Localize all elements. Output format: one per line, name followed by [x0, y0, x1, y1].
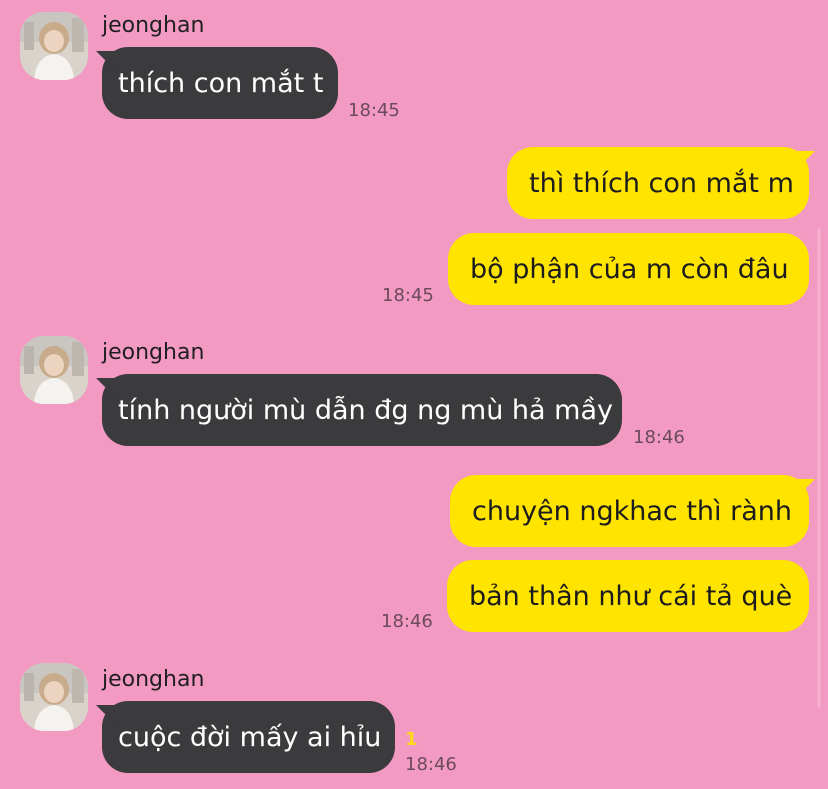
avatar-photo-icon	[20, 12, 88, 80]
sender-avatar[interactable]	[20, 663, 88, 731]
message-bubble-incoming[interactable]: tính người mù dẫn đg ng mù hả mầy	[102, 374, 622, 446]
message-bubble-outgoing[interactable]: bản thân như cái tả què	[447, 560, 809, 632]
message-text: tính người mù dẫn đg ng mù hả mầy	[118, 394, 613, 426]
message-time: 18:46	[633, 427, 685, 448]
message-bubble-incoming[interactable]: cuộc đời mấy ai hỉu	[102, 701, 395, 773]
message-time: 18:45	[348, 100, 400, 121]
chat-window[interactable]: jeonghan thích con mắt t 18:45 thì thích…	[0, 0, 828, 789]
avatar-photo-icon	[20, 663, 88, 731]
message-text: cuộc đời mấy ai hỉu	[118, 721, 382, 753]
message-bubble-outgoing[interactable]: chuyện ngkhac thì rành	[450, 475, 809, 547]
message-text: thì thích con mắt m	[529, 167, 794, 199]
sender-avatar[interactable]	[20, 336, 88, 404]
message-bubble-incoming[interactable]: thích con mắt t	[102, 47, 338, 119]
message-text: thích con mắt t	[118, 67, 324, 99]
message-text: bộ phận của m còn đâu	[470, 253, 789, 285]
message-text: bản thân như cái tả què	[469, 580, 793, 612]
sender-name: jeonghan	[102, 340, 205, 365]
unread-count: 1	[405, 729, 418, 750]
avatar-photo-icon	[20, 336, 88, 404]
sender-name: jeonghan	[102, 13, 205, 38]
message-bubble-outgoing[interactable]: thì thích con mắt m	[507, 147, 809, 219]
message-time: 18:46	[405, 754, 457, 775]
sender-avatar[interactable]	[20, 12, 88, 80]
message-bubble-outgoing[interactable]: bộ phận của m còn đâu	[448, 233, 809, 305]
sender-name: jeonghan	[102, 667, 205, 692]
scrollbar[interactable]	[817, 228, 821, 708]
message-time: 18:45	[382, 285, 434, 306]
message-time: 18:46	[381, 611, 433, 632]
message-text: chuyện ngkhac thì rành	[472, 495, 792, 527]
